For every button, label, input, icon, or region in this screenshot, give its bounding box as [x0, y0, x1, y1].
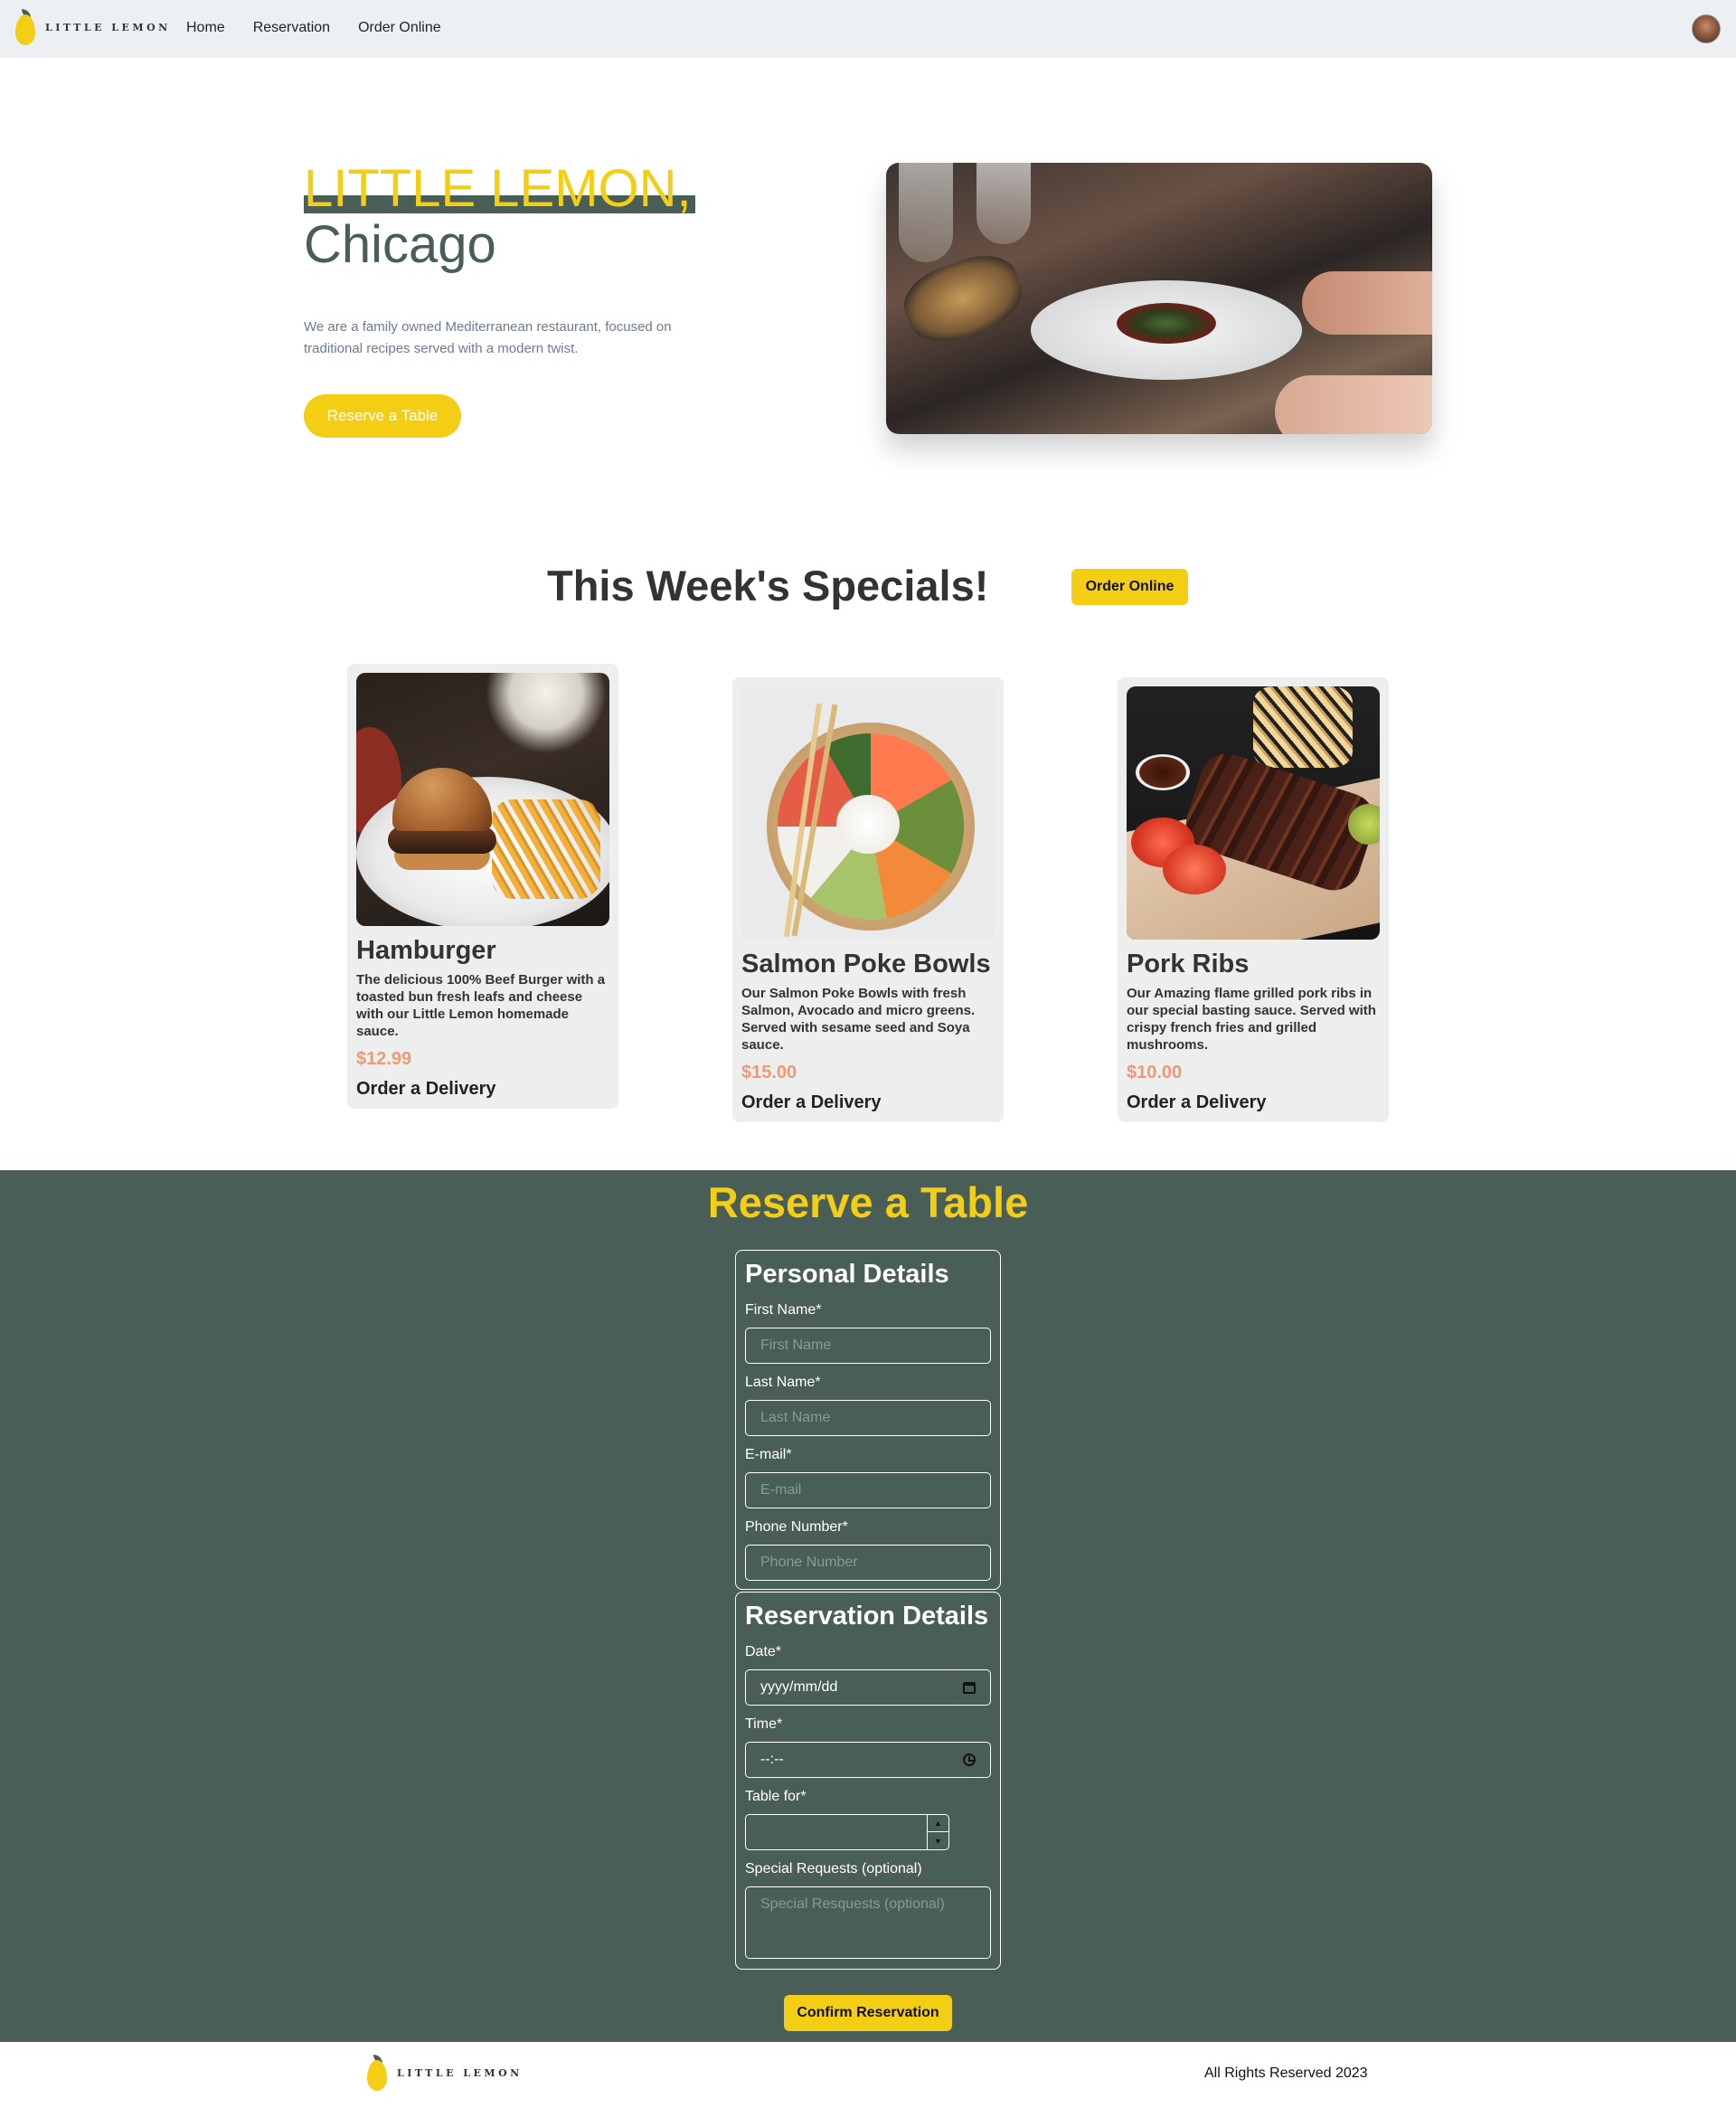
time-input[interactable]: --:-- — [745, 1742, 991, 1778]
card-price: $12.99 — [356, 1049, 412, 1069]
reservation-details-legend: Reservation Details — [745, 1602, 989, 1631]
nav-logo[interactable]: LITTLE LEMON — [14, 9, 171, 45]
reserve-table-button[interactable]: Reserve a Table — [304, 394, 461, 438]
spinner-down-icon[interactable]: ▼ — [928, 1832, 948, 1849]
table-for-input[interactable]: ▲ ▼ — [745, 1814, 949, 1850]
time-value: --:-- — [760, 1752, 784, 1767]
lemon-logo-icon — [366, 2055, 388, 2091]
date-label: Date* — [745, 1644, 782, 1659]
card-title: Hamburger — [356, 936, 496, 965]
nav-links: Home Reservation Order Online — [186, 20, 441, 36]
order-delivery-link[interactable]: Order a Delivery — [356, 1079, 496, 1100]
card-title: Pork Ribs — [1127, 950, 1250, 978]
hero-title: LITTLE LEMON, Chicago — [304, 161, 695, 273]
pork-ribs-image — [1127, 686, 1380, 940]
logo-text: LITTLE LEMON — [45, 21, 171, 33]
card-price: $15.00 — [741, 1063, 797, 1082]
top-navbar: LITTLE LEMON Home Reservation Order Onli… — [0, 0, 1736, 58]
first-name-label: First Name* — [745, 1302, 822, 1318]
personal-details-legend: Personal Details — [745, 1260, 949, 1289]
card-description: Our Amazing flame grilled pork ribs in o… — [1127, 986, 1376, 1053]
hamburger-image — [356, 673, 609, 926]
footer-copyright: All Rights Reserved 2023 — [1204, 2065, 1368, 2081]
first-name-input[interactable] — [745, 1328, 991, 1364]
hero-restaurant-image — [886, 163, 1432, 434]
order-online-button[interactable]: Order Online — [1071, 569, 1188, 605]
last-name-label: Last Name* — [745, 1375, 821, 1390]
footer-logo-text: LITTLE LEMON — [397, 2066, 523, 2079]
special-requests-textarea[interactable] — [745, 1886, 991, 1959]
date-input[interactable]: yyyy/mm/dd — [745, 1669, 991, 1706]
date-value: yyyy/mm/dd — [760, 1679, 838, 1695]
table-for-label: Table for* — [745, 1789, 807, 1804]
reservation-title: Reserve a Table — [707, 1178, 1029, 1226]
order-delivery-link[interactable]: Order a Delivery — [741, 1092, 882, 1113]
user-avatar[interactable] — [1692, 14, 1721, 43]
calendar-icon[interactable] — [963, 1681, 976, 1694]
hero-description: We are a family owned Mediterranean rest… — [304, 319, 672, 356]
hero-title-line2: Chicago — [304, 215, 496, 274]
phone-input[interactable] — [745, 1545, 991, 1581]
special-card-pork-ribs: Pork Ribs Our Amazing flame grilled pork… — [1118, 677, 1389, 1122]
lemon-logo-icon — [14, 9, 36, 45]
salmon-poke-image — [741, 686, 995, 940]
specials-title: This Week's Specials! — [547, 562, 989, 610]
spinner-up-icon[interactable]: ▲ — [928, 1815, 948, 1832]
confirm-reservation-button[interactable]: Confirm Reservation — [784, 1995, 952, 2031]
card-price: $10.00 — [1127, 1063, 1183, 1082]
special-card-salmon-poke: Salmon Poke Bowls Our Salmon Poke Bowls … — [732, 677, 1004, 1122]
time-label: Time* — [745, 1716, 783, 1732]
last-name-input[interactable] — [745, 1400, 991, 1436]
special-card-hamburger: Hamburger The delicious 100% Beef Burger… — [347, 664, 618, 1109]
nav-link-reservation[interactable]: Reservation — [253, 20, 330, 36]
footer-logo[interactable]: LITTLE LEMON — [366, 2055, 523, 2091]
nav-link-home[interactable]: Home — [186, 20, 225, 36]
special-requests-label: Special Requests (optional) — [745, 1861, 922, 1876]
card-description: Our Salmon Poke Bowls with fresh Salmon,… — [741, 986, 976, 1053]
clock-icon[interactable] — [963, 1754, 976, 1766]
nav-link-order-online[interactable]: Order Online — [358, 20, 441, 36]
email-input[interactable] — [745, 1472, 991, 1508]
email-label: E-mail* — [745, 1447, 792, 1462]
card-description: The delicious 100% Beef Burger with a to… — [356, 972, 606, 1039]
hero-title-line1: LITTLE LEMON, — [304, 161, 695, 217]
order-delivery-link[interactable]: Order a Delivery — [1127, 1092, 1267, 1113]
number-spinner: ▲ ▼ — [927, 1815, 948, 1849]
phone-label: Phone Number* — [745, 1519, 848, 1535]
card-title: Salmon Poke Bowls — [741, 950, 991, 978]
